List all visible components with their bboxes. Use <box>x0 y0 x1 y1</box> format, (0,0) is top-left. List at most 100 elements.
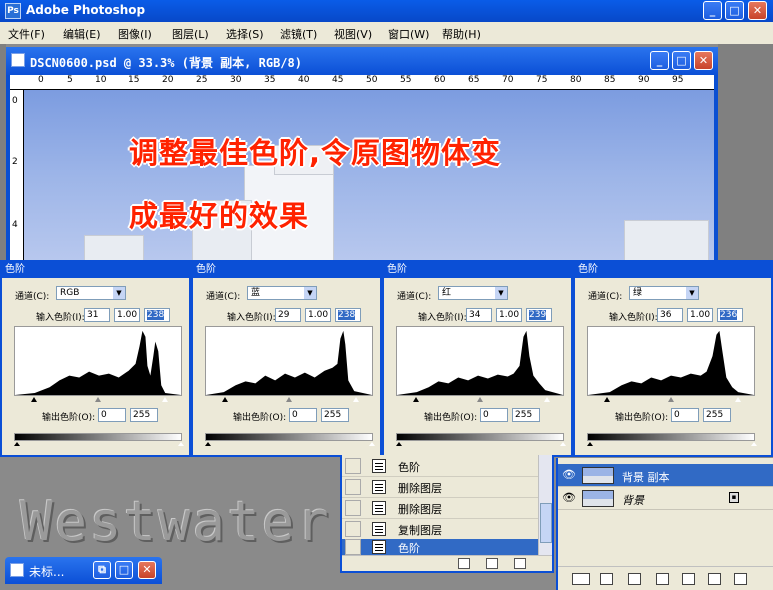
layer-style-icon[interactable] <box>600 573 613 585</box>
doc-close-button[interactable]: ✕ <box>694 51 713 70</box>
input-gamma-field[interactable]: 1.00 <box>496 308 522 322</box>
menu-layer[interactable]: 图层(L) <box>172 26 209 42</box>
trash-icon[interactable] <box>514 558 526 569</box>
snapshot-checkbox[interactable] <box>345 479 361 495</box>
output-black-slider[interactable] <box>205 442 211 446</box>
input-black-field[interactable]: 34 <box>466 308 492 322</box>
eye-icon[interactable]: 👁 <box>562 492 576 504</box>
folder-icon[interactable] <box>682 573 695 585</box>
input-black-field[interactable]: 31 <box>84 308 110 322</box>
channel-label: 通道(C): <box>397 292 432 302</box>
image-canvas[interactable]: 调整最佳色阶,令原图物体变 成最好的效果 <box>24 90 714 262</box>
channel-select[interactable]: 蓝 ▼ <box>247 286 317 300</box>
layer-row[interactable]: 👁 背景 副本 <box>558 464 773 487</box>
output-white-slider[interactable] <box>369 442 375 446</box>
layer-mask-icon[interactable] <box>628 573 641 585</box>
output-white-field[interactable]: 255 <box>321 408 349 422</box>
white-point-slider[interactable] <box>735 397 741 402</box>
history-item-active[interactable]: 色阶 <box>342 539 538 556</box>
menu-image[interactable]: 图像(I) <box>118 26 152 42</box>
restore-button[interactable]: ⧉ <box>93 561 111 579</box>
white-point-slider[interactable] <box>162 397 168 402</box>
minimized-document-window[interactable]: 未标... ⧉ □ ✕ <box>5 557 162 584</box>
menu-filter[interactable]: 滤镜(T) <box>280 26 317 42</box>
channel-select[interactable]: 绿 ▼ <box>629 286 699 300</box>
output-black-slider[interactable] <box>396 442 402 446</box>
input-gamma-field[interactable]: 1.00 <box>687 308 713 322</box>
history-state-marker[interactable] <box>345 539 361 555</box>
output-white-field[interactable]: 255 <box>703 408 731 422</box>
history-item[interactable]: 复制图层 <box>342 518 538 540</box>
channel-select[interactable]: RGB ▼ <box>56 286 126 300</box>
menu-help[interactable]: 帮助(H) <box>442 26 481 42</box>
input-white-field[interactable]: 236 <box>717 308 743 322</box>
field-value: 255 <box>706 410 724 420</box>
snapshot-checkbox[interactable] <box>345 521 361 537</box>
input-white-field[interactable]: 238 <box>144 308 170 322</box>
input-white-field[interactable]: 238 <box>335 308 361 322</box>
output-white-slider[interactable] <box>560 442 566 446</box>
channel-select[interactable]: 红 ▼ <box>438 286 508 300</box>
output-white-slider[interactable] <box>751 442 757 446</box>
output-black-field[interactable]: 0 <box>480 408 508 422</box>
input-black-field[interactable]: 29 <box>275 308 301 322</box>
input-gamma-field[interactable]: 1.00 <box>305 308 331 322</box>
new-document-icon[interactable] <box>458 558 470 569</box>
output-gradient <box>587 433 755 441</box>
ruler-label: 25 <box>196 75 208 85</box>
gamma-slider[interactable] <box>286 397 292 402</box>
snapshot-checkbox[interactable] <box>345 458 361 474</box>
output-black-field[interactable]: 0 <box>671 408 699 422</box>
gamma-slider[interactable] <box>668 397 674 402</box>
black-point-slider[interactable] <box>222 397 228 402</box>
history-item-label: 删除图层 <box>398 503 442 516</box>
gamma-slider[interactable] <box>477 397 483 402</box>
gamma-slider[interactable] <box>95 397 101 402</box>
maximize-button[interactable]: □ <box>115 561 133 579</box>
output-black-field[interactable]: 0 <box>289 408 317 422</box>
white-point-slider[interactable] <box>544 397 550 402</box>
snapshot-checkbox[interactable] <box>345 500 361 516</box>
new-layer-icon[interactable] <box>708 573 721 585</box>
menu-select[interactable]: 选择(S) <box>226 26 264 42</box>
doc-minimize-button[interactable]: _ <box>650 51 669 70</box>
history-scrollbar[interactable] <box>538 455 552 555</box>
menu-file[interactable]: 文件(F) <box>8 26 45 42</box>
history-item[interactable]: 删除图层 <box>342 497 538 519</box>
input-white-field[interactable]: 239 <box>526 308 552 322</box>
field-value: 1.00 <box>690 310 711 320</box>
scrollbar-thumb[interactable] <box>540 503 552 543</box>
input-levels-label: 输入色阶(I): <box>227 313 276 323</box>
menu-view[interactable]: 视图(V) <box>334 26 372 42</box>
history-item[interactable]: 色阶 <box>342 455 538 477</box>
ruler-label: 80 <box>570 75 582 85</box>
snapshot-icon[interactable] <box>486 558 498 569</box>
output-white-field[interactable]: 255 <box>512 408 540 422</box>
link-icon[interactable] <box>572 573 590 585</box>
trash-icon[interactable] <box>734 573 747 585</box>
menu-edit[interactable]: 编辑(E) <box>63 26 101 42</box>
output-black-slider[interactable] <box>14 442 20 446</box>
output-gradient <box>14 433 182 441</box>
output-white-field[interactable]: 255 <box>130 408 158 422</box>
input-black-field[interactable]: 36 <box>657 308 683 322</box>
output-black-field[interactable]: 0 <box>98 408 126 422</box>
maximize-button[interactable]: □ <box>725 1 744 20</box>
black-point-slider[interactable] <box>413 397 419 402</box>
layer-row[interactable]: 👁 背景 ▪ <box>558 487 773 510</box>
white-point-slider[interactable] <box>353 397 359 402</box>
adjustment-layer-icon[interactable] <box>656 573 669 585</box>
minimize-button[interactable]: _ <box>703 1 722 20</box>
output-white-slider[interactable] <box>178 442 184 446</box>
black-point-slider[interactable] <box>31 397 37 402</box>
black-point-slider[interactable] <box>604 397 610 402</box>
close-button[interactable]: ✕ <box>138 561 156 579</box>
menu-window[interactable]: 窗口(W) <box>388 26 429 42</box>
eye-icon[interactable]: 👁 <box>562 469 576 481</box>
document-title-bar[interactable]: DSCN0600.psd @ 33.3% (背景 副本, RGB/8) _ □ … <box>6 47 718 75</box>
history-item[interactable]: 删除图层 <box>342 476 538 498</box>
doc-maximize-button[interactable]: □ <box>672 51 691 70</box>
output-black-slider[interactable] <box>587 442 593 446</box>
close-button[interactable]: ✕ <box>748 1 767 20</box>
input-gamma-field[interactable]: 1.00 <box>114 308 140 322</box>
